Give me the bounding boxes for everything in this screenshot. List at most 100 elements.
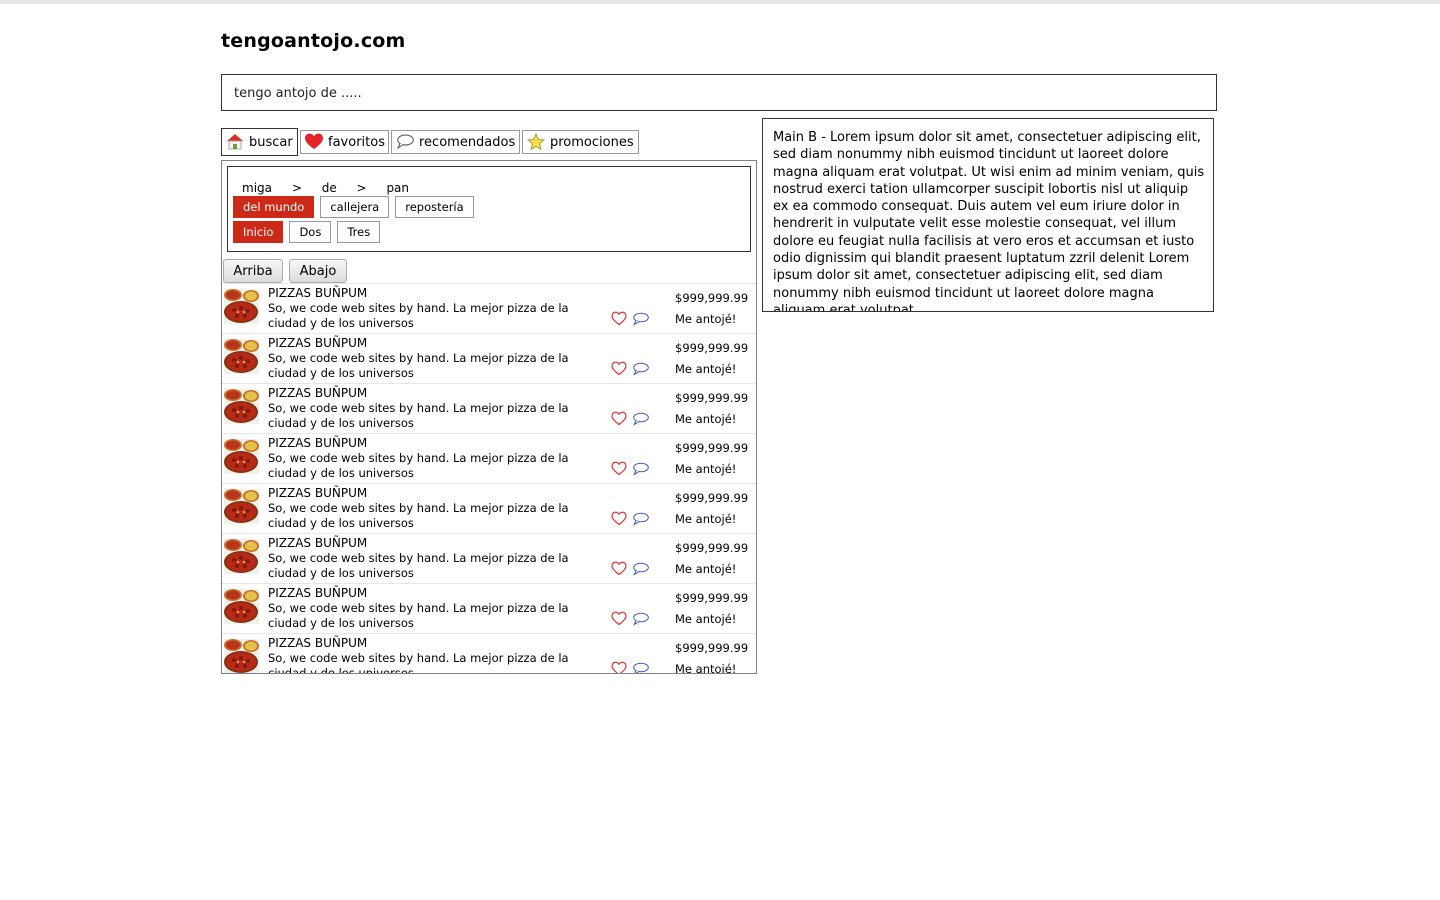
heart-outline-icon[interactable] <box>611 561 627 576</box>
list-item[interactable]: PIZZAS BUÑPUM So, we code web sites by h… <box>222 283 756 333</box>
heart-outline-icon[interactable] <box>611 411 627 426</box>
search-box[interactable] <box>221 74 1217 112</box>
restaurant-description: So, we code web sites by hand. La mejor … <box>268 651 569 674</box>
scroll-down-button[interactable]: Abajo <box>289 259 347 283</box>
heart-outline-icon[interactable] <box>611 461 627 476</box>
price: $999,999.99 <box>675 341 749 355</box>
list-item[interactable]: PIZZAS BUÑPUM So, we code web sites by h… <box>222 333 756 383</box>
category-chip-reposteria[interactable]: repostería <box>395 196 474 218</box>
price: $999,999.99 <box>675 291 749 305</box>
restaurant-description: So, we code web sites by hand. La mejor … <box>268 601 569 630</box>
tab-promociones[interactable]: promociones <box>522 130 639 154</box>
top-edge-bar <box>0 0 1440 4</box>
price: $999,999.99 <box>675 591 749 605</box>
pizza-thumbnail <box>224 389 259 424</box>
breadcrumb-item[interactable]: de <box>322 181 337 195</box>
comment-bubble-icon[interactable] <box>632 511 649 526</box>
restaurant-name: PIZZAS BUÑPUM <box>268 286 368 300</box>
antojo-link[interactable]: Me antojé! <box>675 362 736 376</box>
comment-bubble-icon[interactable] <box>632 311 649 326</box>
main-b-text: Main B - Lorem ipsum dolor sit amet, con… <box>773 130 1205 312</box>
breadcrumb-item[interactable]: pan <box>386 181 409 195</box>
antojo-link[interactable]: Me antojé! <box>675 562 736 576</box>
tab-favoritos[interactable]: favoritos <box>300 130 389 154</box>
comment-bubble-icon[interactable] <box>632 361 649 376</box>
pizza-thumbnail <box>224 539 259 574</box>
price: $999,999.99 <box>675 641 749 655</box>
tab-buscar[interactable]: buscar <box>221 128 298 156</box>
antojo-link[interactable]: Me antojé! <box>675 662 736 673</box>
breadcrumb-separator: > <box>291 181 302 195</box>
heart-outline-icon[interactable] <box>611 511 627 526</box>
list-item[interactable]: PIZZAS BUÑPUM So, we code web sites by h… <box>222 583 756 633</box>
heart-outline-icon[interactable] <box>611 361 627 376</box>
price: $999,999.99 <box>675 541 749 555</box>
restaurant-name: PIZZAS BUÑPUM <box>268 536 368 550</box>
restaurant-description: So, we code web sites by hand. La mejor … <box>268 351 569 380</box>
tab-label: favoritos <box>328 134 385 150</box>
antojo-link[interactable]: Me antojé! <box>675 612 736 626</box>
tab-label: promociones <box>550 134 634 150</box>
main-b-panel: Main B - Lorem ipsum dolor sit amet, con… <box>762 118 1214 312</box>
comment-bubble-icon[interactable] <box>632 411 649 426</box>
heart-icon <box>305 133 323 151</box>
restaurant-name: PIZZAS BUÑPUM <box>268 386 368 400</box>
restaurant-name: PIZZAS BUÑPUM <box>268 586 368 600</box>
price: $999,999.99 <box>675 491 749 505</box>
restaurant-name: PIZZAS BUÑPUM <box>268 486 368 500</box>
breadcrumb-separator: > <box>356 181 367 195</box>
pizza-thumbnail <box>224 339 259 374</box>
restaurant-description: So, we code web sites by hand. La mejor … <box>268 451 569 480</box>
list-item[interactable]: PIZZAS BUÑPUM So, we code web sites by h… <box>222 633 756 674</box>
pizza-thumbnail <box>224 589 259 624</box>
pizza-thumbnail <box>224 639 259 673</box>
restaurant-description: So, we code web sites by hand. La mejor … <box>268 401 569 430</box>
pizza-thumbnail <box>224 439 259 474</box>
pizza-thumbnail <box>224 289 259 324</box>
heart-outline-icon[interactable] <box>611 311 627 326</box>
antojo-link[interactable]: Me antojé! <box>675 312 736 326</box>
scroll-up-button[interactable]: Arriba <box>223 259 283 283</box>
page-chip-tres[interactable]: Tres <box>337 221 381 243</box>
comment-bubble-icon[interactable] <box>632 561 649 576</box>
tab-recomendados[interactable]: recomendados <box>391 130 520 154</box>
house-icon <box>226 133 244 151</box>
page-chip-inicio[interactable]: Inicio <box>233 221 284 243</box>
heart-outline-icon[interactable] <box>611 661 627 673</box>
restaurant-name: PIZZAS BUÑPUM <box>268 436 368 450</box>
filter-box: miga > de > pan del mundo callejera repo… <box>227 166 751 252</box>
list-item[interactable]: PIZZAS BUÑPUM So, we code web sites by h… <box>222 533 756 583</box>
tab-label: buscar <box>249 134 293 150</box>
restaurant-description: So, we code web sites by hand. La mejor … <box>268 301 569 330</box>
breadcrumb-item[interactable]: miga <box>242 181 272 195</box>
restaurant-name: PIZZAS BUÑPUM <box>268 336 368 350</box>
category-chip-del-mundo[interactable]: del mundo <box>233 196 315 218</box>
price: $999,999.99 <box>675 391 749 405</box>
site-title: tengoantojo.com <box>221 30 406 52</box>
list-item[interactable]: PIZZAS BUÑPUM So, we code web sites by h… <box>222 483 756 533</box>
antojo-link[interactable]: Me antojé! <box>675 512 736 526</box>
category-chips: del mundo callejera repostería <box>233 196 474 218</box>
pizza-thumbnail <box>224 489 259 524</box>
restaurant-description: So, we code web sites by hand. La mejor … <box>268 501 569 530</box>
speech-bubble-icon <box>396 133 414 151</box>
list-item[interactable]: PIZZAS BUÑPUM So, we code web sites by h… <box>222 433 756 483</box>
category-chip-callejera[interactable]: callejera <box>320 196 390 218</box>
heart-outline-icon[interactable] <box>611 611 627 626</box>
breadcrumb: miga > de > pan <box>242 181 425 195</box>
page-chip-dos[interactable]: Dos <box>289 221 332 243</box>
star-icon <box>526 132 546 151</box>
antojo-link[interactable]: Me antojé! <box>675 412 736 426</box>
search-input[interactable] <box>232 75 1196 112</box>
comment-bubble-icon[interactable] <box>632 661 649 673</box>
restaurant-description: So, we code web sites by hand. La mejor … <box>268 551 569 580</box>
page-chips: Inicio Dos Tres <box>233 221 381 243</box>
results-list: PIZZAS BUÑPUM So, we code web sites by h… <box>222 283 756 674</box>
antojo-link[interactable]: Me antojé! <box>675 462 736 476</box>
price: $999,999.99 <box>675 441 749 455</box>
comment-bubble-icon[interactable] <box>632 611 649 626</box>
results-panel: miga > de > pan del mundo callejera repo… <box>221 160 757 674</box>
restaurant-name: PIZZAS BUÑPUM <box>268 636 368 650</box>
comment-bubble-icon[interactable] <box>632 461 649 476</box>
list-item[interactable]: PIZZAS BUÑPUM So, we code web sites by h… <box>222 383 756 433</box>
